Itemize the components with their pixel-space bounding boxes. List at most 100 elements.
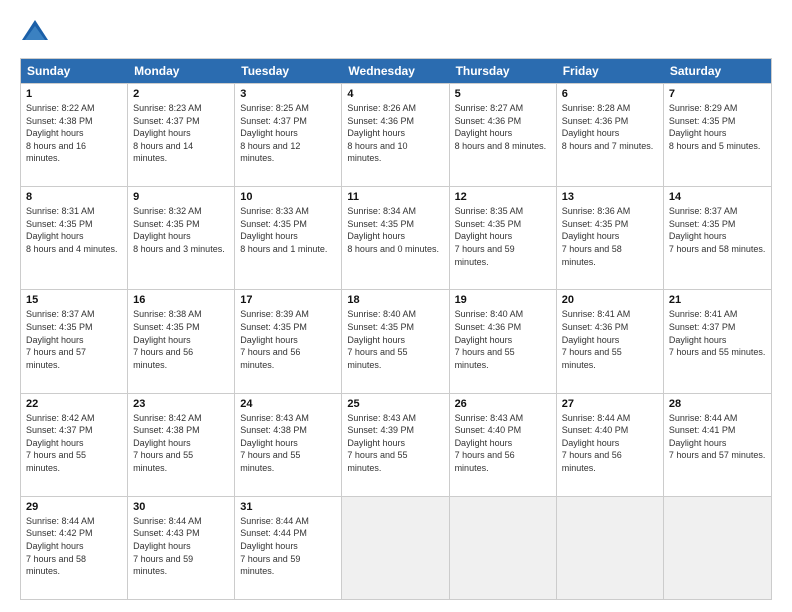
logo <box>20 18 54 48</box>
calendar-cell: 23 Sunrise: 8:42 AMSunset: 4:38 PMDaylig… <box>128 394 235 496</box>
header-day-wednesday: Wednesday <box>342 59 449 83</box>
calendar-cell: 20 Sunrise: 8:41 AMSunset: 4:36 PMDaylig… <box>557 290 664 392</box>
week-row-1: 1 Sunrise: 8:22 AMSunset: 4:38 PMDayligh… <box>21 83 771 186</box>
cell-info: Sunrise: 8:39 AMSunset: 4:35 PMDaylight … <box>240 308 336 371</box>
calendar-cell: 17 Sunrise: 8:39 AMSunset: 4:35 PMDaylig… <box>235 290 342 392</box>
cell-info: Sunrise: 8:38 AMSunset: 4:35 PMDaylight … <box>133 308 229 371</box>
day-number: 18 <box>347 294 443 306</box>
day-number: 8 <box>26 191 122 203</box>
page: SundayMondayTuesdayWednesdayThursdayFrid… <box>0 0 792 612</box>
cell-info: Sunrise: 8:44 AMSunset: 4:43 PMDaylight … <box>133 515 229 578</box>
cell-info: Sunrise: 8:44 AMSunset: 4:42 PMDaylight … <box>26 515 122 578</box>
week-row-2: 8 Sunrise: 8:31 AMSunset: 4:35 PMDayligh… <box>21 186 771 289</box>
day-number: 6 <box>562 88 658 100</box>
cell-info: Sunrise: 8:41 AMSunset: 4:37 PMDaylight … <box>669 308 766 358</box>
header <box>20 18 772 48</box>
day-number: 10 <box>240 191 336 203</box>
header-day-monday: Monday <box>128 59 235 83</box>
calendar-cell: 30 Sunrise: 8:44 AMSunset: 4:43 PMDaylig… <box>128 497 235 599</box>
cell-info: Sunrise: 8:43 AMSunset: 4:39 PMDaylight … <box>347 412 443 475</box>
cell-info: Sunrise: 8:34 AMSunset: 4:35 PMDaylight … <box>347 205 443 255</box>
calendar-cell: 28 Sunrise: 8:44 AMSunset: 4:41 PMDaylig… <box>664 394 771 496</box>
day-number: 5 <box>455 88 551 100</box>
day-number: 20 <box>562 294 658 306</box>
cell-info: Sunrise: 8:37 AMSunset: 4:35 PMDaylight … <box>26 308 122 371</box>
day-number: 14 <box>669 191 766 203</box>
week-row-4: 22 Sunrise: 8:42 AMSunset: 4:37 PMDaylig… <box>21 393 771 496</box>
header-day-friday: Friday <box>557 59 664 83</box>
header-day-tuesday: Tuesday <box>235 59 342 83</box>
calendar-cell: 21 Sunrise: 8:41 AMSunset: 4:37 PMDaylig… <box>664 290 771 392</box>
cell-info: Sunrise: 8:43 AMSunset: 4:40 PMDaylight … <box>455 412 551 475</box>
logo-icon <box>20 18 50 48</box>
cell-info: Sunrise: 8:28 AMSunset: 4:36 PMDaylight … <box>562 102 658 152</box>
calendar-cell <box>342 497 449 599</box>
calendar-cell: 22 Sunrise: 8:42 AMSunset: 4:37 PMDaylig… <box>21 394 128 496</box>
day-number: 19 <box>455 294 551 306</box>
cell-info: Sunrise: 8:42 AMSunset: 4:37 PMDaylight … <box>26 412 122 475</box>
day-number: 15 <box>26 294 122 306</box>
day-number: 27 <box>562 398 658 410</box>
day-number: 12 <box>455 191 551 203</box>
day-number: 13 <box>562 191 658 203</box>
cell-info: Sunrise: 8:27 AMSunset: 4:36 PMDaylight … <box>455 102 551 152</box>
cell-info: Sunrise: 8:41 AMSunset: 4:36 PMDaylight … <box>562 308 658 371</box>
calendar-cell: 5 Sunrise: 8:27 AMSunset: 4:36 PMDayligh… <box>450 84 557 186</box>
cell-info: Sunrise: 8:44 AMSunset: 4:44 PMDaylight … <box>240 515 336 578</box>
calendar-cell: 2 Sunrise: 8:23 AMSunset: 4:37 PMDayligh… <box>128 84 235 186</box>
cell-info: Sunrise: 8:37 AMSunset: 4:35 PMDaylight … <box>669 205 766 255</box>
day-number: 23 <box>133 398 229 410</box>
day-number: 30 <box>133 501 229 513</box>
cell-info: Sunrise: 8:23 AMSunset: 4:37 PMDaylight … <box>133 102 229 165</box>
header-day-thursday: Thursday <box>450 59 557 83</box>
calendar-cell <box>450 497 557 599</box>
calendar-header: SundayMondayTuesdayWednesdayThursdayFrid… <box>21 59 771 83</box>
day-number: 31 <box>240 501 336 513</box>
calendar-cell: 9 Sunrise: 8:32 AMSunset: 4:35 PMDayligh… <box>128 187 235 289</box>
day-number: 22 <box>26 398 122 410</box>
calendar-cell: 27 Sunrise: 8:44 AMSunset: 4:40 PMDaylig… <box>557 394 664 496</box>
cell-info: Sunrise: 8:33 AMSunset: 4:35 PMDaylight … <box>240 205 336 255</box>
calendar-cell: 31 Sunrise: 8:44 AMSunset: 4:44 PMDaylig… <box>235 497 342 599</box>
calendar-body: 1 Sunrise: 8:22 AMSunset: 4:38 PMDayligh… <box>21 83 771 599</box>
calendar-cell: 8 Sunrise: 8:31 AMSunset: 4:35 PMDayligh… <box>21 187 128 289</box>
cell-info: Sunrise: 8:35 AMSunset: 4:35 PMDaylight … <box>455 205 551 268</box>
calendar-cell: 13 Sunrise: 8:36 AMSunset: 4:35 PMDaylig… <box>557 187 664 289</box>
cell-info: Sunrise: 8:40 AMSunset: 4:36 PMDaylight … <box>455 308 551 371</box>
calendar-cell: 7 Sunrise: 8:29 AMSunset: 4:35 PMDayligh… <box>664 84 771 186</box>
day-number: 2 <box>133 88 229 100</box>
cell-info: Sunrise: 8:43 AMSunset: 4:38 PMDaylight … <box>240 412 336 475</box>
calendar-cell: 19 Sunrise: 8:40 AMSunset: 4:36 PMDaylig… <box>450 290 557 392</box>
cell-info: Sunrise: 8:29 AMSunset: 4:35 PMDaylight … <box>669 102 766 152</box>
cell-info: Sunrise: 8:31 AMSunset: 4:35 PMDaylight … <box>26 205 122 255</box>
calendar-cell: 15 Sunrise: 8:37 AMSunset: 4:35 PMDaylig… <box>21 290 128 392</box>
day-number: 17 <box>240 294 336 306</box>
day-number: 21 <box>669 294 766 306</box>
calendar-cell: 26 Sunrise: 8:43 AMSunset: 4:40 PMDaylig… <box>450 394 557 496</box>
calendar-cell: 25 Sunrise: 8:43 AMSunset: 4:39 PMDaylig… <box>342 394 449 496</box>
day-number: 11 <box>347 191 443 203</box>
calendar-cell: 10 Sunrise: 8:33 AMSunset: 4:35 PMDaylig… <box>235 187 342 289</box>
calendar-cell: 12 Sunrise: 8:35 AMSunset: 4:35 PMDaylig… <box>450 187 557 289</box>
calendar-cell: 11 Sunrise: 8:34 AMSunset: 4:35 PMDaylig… <box>342 187 449 289</box>
calendar-cell: 1 Sunrise: 8:22 AMSunset: 4:38 PMDayligh… <box>21 84 128 186</box>
day-number: 7 <box>669 88 766 100</box>
day-number: 28 <box>669 398 766 410</box>
calendar-cell: 29 Sunrise: 8:44 AMSunset: 4:42 PMDaylig… <box>21 497 128 599</box>
calendar-cell: 4 Sunrise: 8:26 AMSunset: 4:36 PMDayligh… <box>342 84 449 186</box>
cell-info: Sunrise: 8:22 AMSunset: 4:38 PMDaylight … <box>26 102 122 165</box>
day-number: 25 <box>347 398 443 410</box>
calendar-cell: 3 Sunrise: 8:25 AMSunset: 4:37 PMDayligh… <box>235 84 342 186</box>
calendar-cell: 18 Sunrise: 8:40 AMSunset: 4:35 PMDaylig… <box>342 290 449 392</box>
calendar-cell <box>664 497 771 599</box>
header-day-saturday: Saturday <box>664 59 771 83</box>
calendar-cell: 14 Sunrise: 8:37 AMSunset: 4:35 PMDaylig… <box>664 187 771 289</box>
calendar-cell <box>557 497 664 599</box>
week-row-3: 15 Sunrise: 8:37 AMSunset: 4:35 PMDaylig… <box>21 289 771 392</box>
day-number: 9 <box>133 191 229 203</box>
cell-info: Sunrise: 8:26 AMSunset: 4:36 PMDaylight … <box>347 102 443 165</box>
day-number: 29 <box>26 501 122 513</box>
week-row-5: 29 Sunrise: 8:44 AMSunset: 4:42 PMDaylig… <box>21 496 771 599</box>
cell-info: Sunrise: 8:32 AMSunset: 4:35 PMDaylight … <box>133 205 229 255</box>
cell-info: Sunrise: 8:40 AMSunset: 4:35 PMDaylight … <box>347 308 443 371</box>
